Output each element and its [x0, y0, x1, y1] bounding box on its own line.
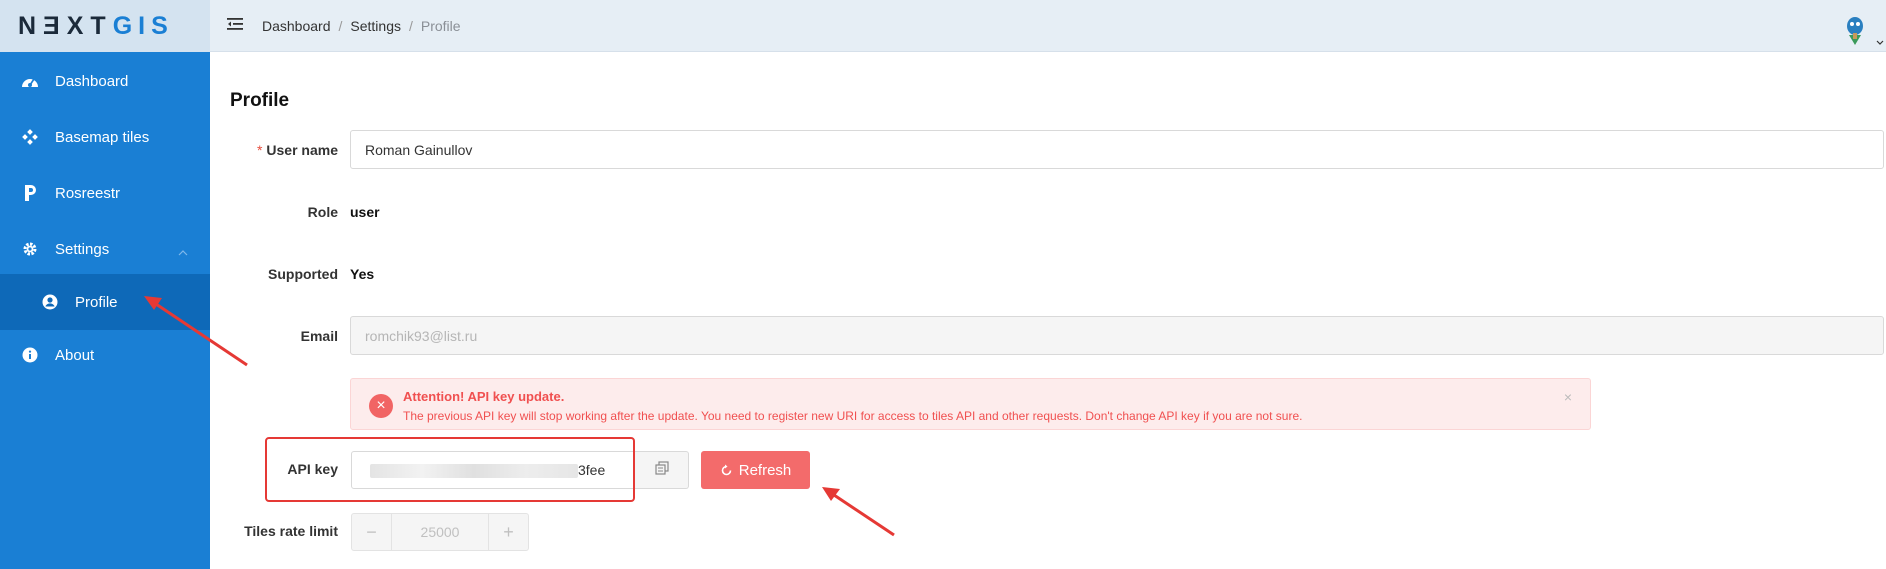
- refresh-button[interactable]: Refresh: [701, 451, 810, 489]
- breadcrumb-separator: /: [408, 17, 413, 34]
- annotation-highlight-box: [265, 437, 635, 502]
- email-field: romchik93@list.ru: [350, 316, 1884, 355]
- gear-icon: [20, 239, 40, 259]
- chevron-down-icon[interactable]: [1876, 32, 1884, 50]
- sidebar-item-rosreestr[interactable]: Rosreestr: [0, 165, 210, 221]
- sidebar-item-label: Settings: [55, 240, 110, 258]
- avatar[interactable]: [1844, 15, 1866, 47]
- rosreestr-icon: [20, 183, 40, 203]
- sidebar-item-dashboard[interactable]: Dashboard: [0, 53, 210, 109]
- logo-text: NƎXT: [18, 11, 113, 40]
- username-input[interactable]: Roman Gainullov: [350, 130, 1884, 169]
- increment-button: +: [488, 514, 528, 550]
- page-title: Profile: [230, 90, 290, 111]
- refresh-label: Refresh: [738, 461, 792, 479]
- sidebar-item-basemap-tiles[interactable]: Basemap tiles: [0, 109, 210, 165]
- sidebar-item-label: Profile: [75, 293, 118, 311]
- email-value: romchik93@list.ru: [365, 327, 478, 344]
- error-circle-icon: ×: [369, 394, 393, 418]
- copy-icon: [654, 460, 669, 480]
- top-header: Dashboard / Settings / Profile: [210, 0, 1886, 52]
- tiles-rate-stepper: − 25000 +: [351, 513, 529, 551]
- tiles-icon: [20, 127, 40, 147]
- supported-value: Yes: [350, 266, 375, 282]
- info-icon: [20, 345, 40, 365]
- sidebar-item-settings[interactable]: Settings: [0, 221, 210, 277]
- breadcrumb-separator: /: [338, 17, 343, 34]
- supported-label: Supported: [268, 266, 338, 282]
- breadcrumb-dashboard[interactable]: Dashboard: [262, 18, 331, 34]
- tiles-rate-label: Tiles rate limit: [244, 523, 338, 539]
- user-circle-icon: [40, 292, 60, 312]
- alert-description: The previous API key will stop working a…: [403, 409, 1303, 423]
- api-key-warning-alert: × Attention! API key update. The previou…: [350, 378, 1591, 430]
- alert-title: Attention! API key update.: [403, 389, 565, 404]
- dashboard-icon: [20, 71, 40, 91]
- role-value: user: [350, 204, 380, 220]
- breadcrumb-settings[interactable]: Settings: [350, 18, 401, 34]
- breadcrumb-profile: Profile: [420, 17, 461, 34]
- tiles-rate-value: 25000: [420, 524, 460, 540]
- refresh-icon: [720, 464, 739, 477]
- copy-button[interactable]: [635, 451, 689, 489]
- role-label: Role: [307, 204, 338, 220]
- annotation-arrow-profile: [144, 296, 248, 367]
- sidebar-item-label: Rosreestr: [55, 184, 121, 202]
- username-label-text: User name: [266, 142, 338, 158]
- sidebar-item-label: Dashboard: [55, 72, 129, 90]
- sidebar-item-label: About: [55, 346, 95, 364]
- chevron-up-icon: [178, 243, 188, 260]
- username-label: * User name: [228, 142, 338, 158]
- nextgis-logo[interactable]: NƎXT GIS: [0, 0, 210, 52]
- sidebar: NƎXT GIS Dashboard Basemap tiles Rosreest…: [0, 0, 210, 569]
- close-icon[interactable]: ×: [1564, 389, 1572, 405]
- menu-collapse-icon[interactable]: [226, 16, 246, 36]
- required-mark: *: [256, 142, 263, 158]
- logo-text-gis: GIS: [112, 11, 174, 40]
- sidebar-item-label: Basemap tiles: [55, 128, 150, 146]
- decrement-button: −: [352, 514, 392, 550]
- annotation-arrow-refresh: [822, 487, 895, 537]
- breadcrumb: Dashboard / Settings / Profile: [262, 18, 461, 34]
- username-value: Roman Gainullov: [365, 141, 473, 158]
